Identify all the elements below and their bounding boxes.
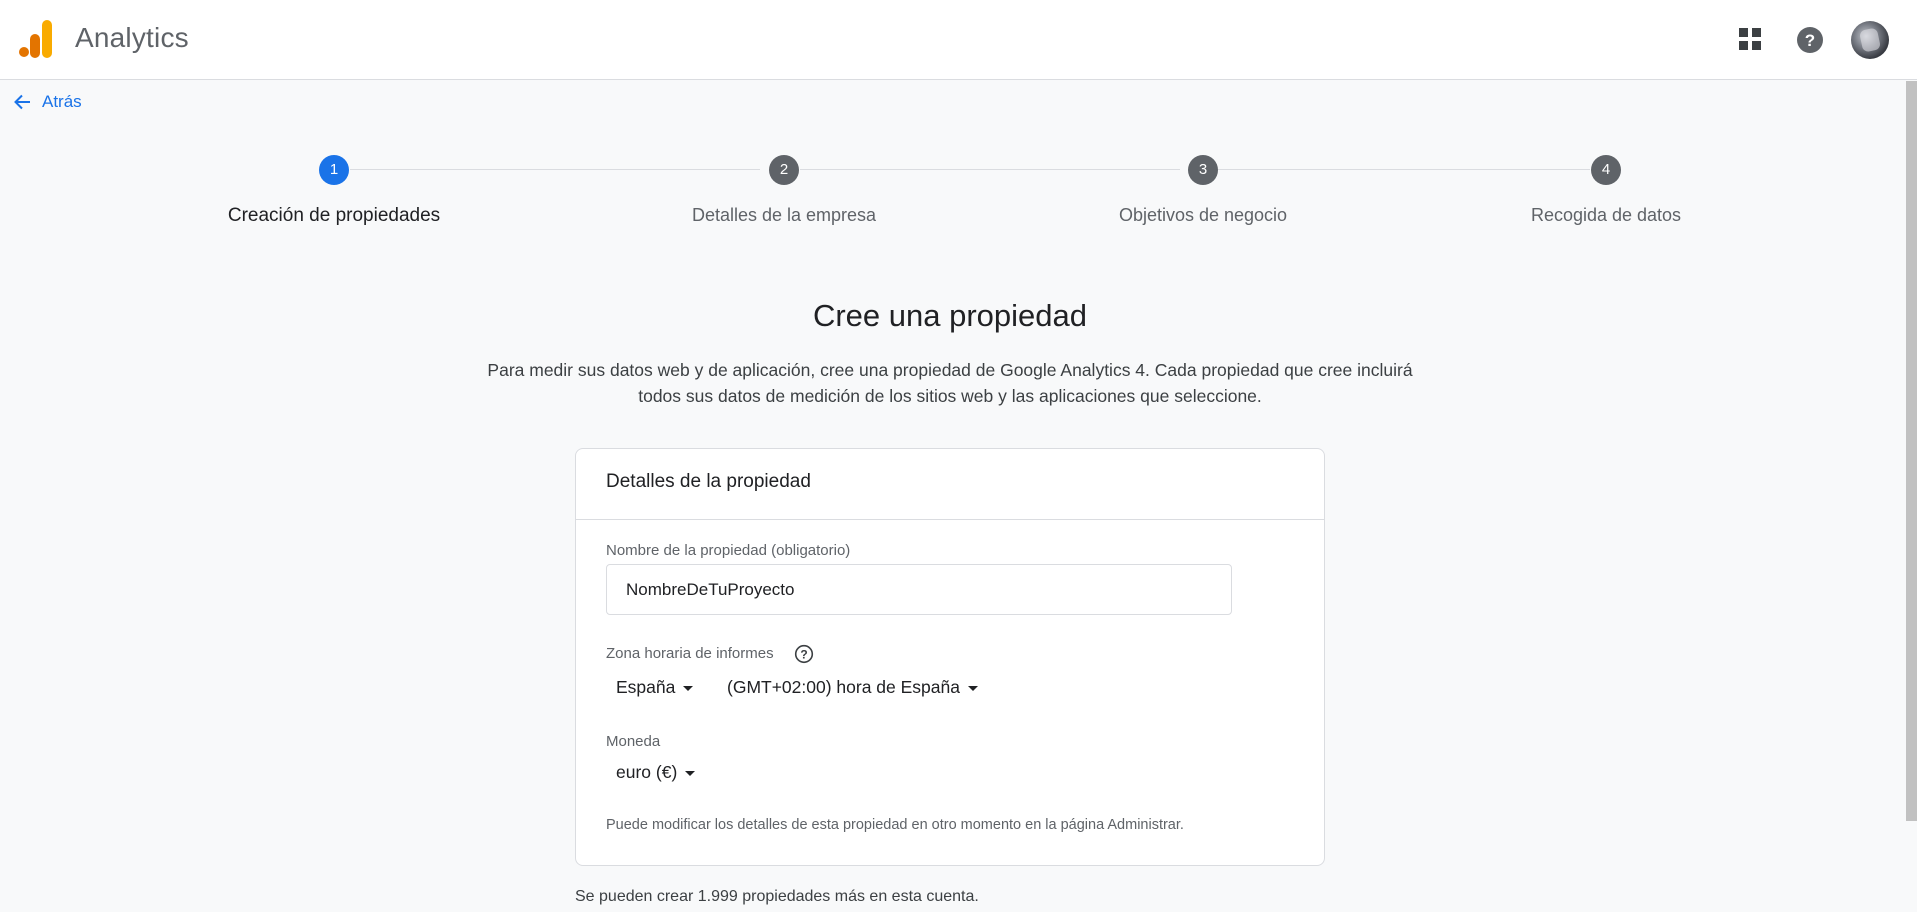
timezone-label: Zona horaria de informes (606, 645, 774, 662)
dropdown-arrow-icon (685, 771, 696, 776)
currency-label: Moneda (606, 733, 661, 750)
property-name-label: Nombre de la propiedad (obligatorio) (606, 542, 851, 559)
card-title: Detalles de la propiedad (576, 449, 1324, 520)
dropdown-arrow-icon (967, 686, 978, 691)
step-2-label: Detalles de la empresa (691, 205, 877, 225)
apps-grid-icon[interactable] (1737, 26, 1763, 52)
remaining-properties-note: Se pueden crear 1.999 propiedades más en… (575, 888, 979, 905)
property-name-input[interactable] (606, 564, 1232, 615)
currency-value: euro (€) (616, 762, 678, 782)
step-2-indicator: 2 (769, 155, 799, 185)
property-details-card: Detalles de la propiedad Nombre de la pr… (575, 448, 1325, 866)
step-3-indicator: 3 (1188, 155, 1218, 185)
edit-later-note: Puede modificar los detalles de esta pro… (606, 817, 1184, 833)
scrollbar[interactable] (1906, 81, 1917, 821)
svg-text:?: ? (800, 648, 807, 662)
step-connector (1218, 169, 1590, 170)
step-1-label: Creación de propiedades (227, 205, 441, 226)
step-1-indicator: 1 (319, 155, 349, 185)
step-connector (800, 169, 1180, 170)
intro-text: Para medir sus datos web y de aplicación… (450, 357, 1450, 409)
timezone-value: (GMT+02:00) hora de España (727, 677, 960, 697)
country-value: España (616, 677, 676, 697)
country-select[interactable]: España (616, 677, 694, 698)
step-connector (350, 169, 760, 170)
arrow-back-icon (14, 94, 30, 110)
top-app-bar: Analytics ? (0, 0, 1917, 80)
help-circle-icon[interactable]: ? (1796, 26, 1824, 54)
step-4-indicator: 4 (1591, 155, 1621, 185)
currency-select[interactable]: euro (€) (616, 762, 696, 783)
intro-line-2: todos sus datos de medición de los sitio… (638, 386, 1262, 406)
app-title: Analytics (75, 22, 189, 53)
back-link[interactable]: Atrás (12, 90, 82, 114)
dropdown-arrow-icon (683, 686, 694, 691)
page-title: Cree una propiedad (812, 298, 1088, 333)
back-label: Atrás (42, 92, 82, 111)
intro-line-1: Para medir sus datos web y de aplicación… (487, 360, 1413, 380)
step-4-label: Recogida de datos (1530, 205, 1682, 225)
timezone-select[interactable]: (GMT+02:00) hora de España (727, 677, 978, 698)
account-avatar[interactable] (1851, 21, 1889, 59)
svg-text:?: ? (1805, 31, 1815, 50)
help-outline-icon[interactable]: ? (794, 644, 814, 664)
analytics-logo[interactable] (19, 20, 53, 58)
step-3-label: Objetivos de negocio (1118, 205, 1288, 225)
